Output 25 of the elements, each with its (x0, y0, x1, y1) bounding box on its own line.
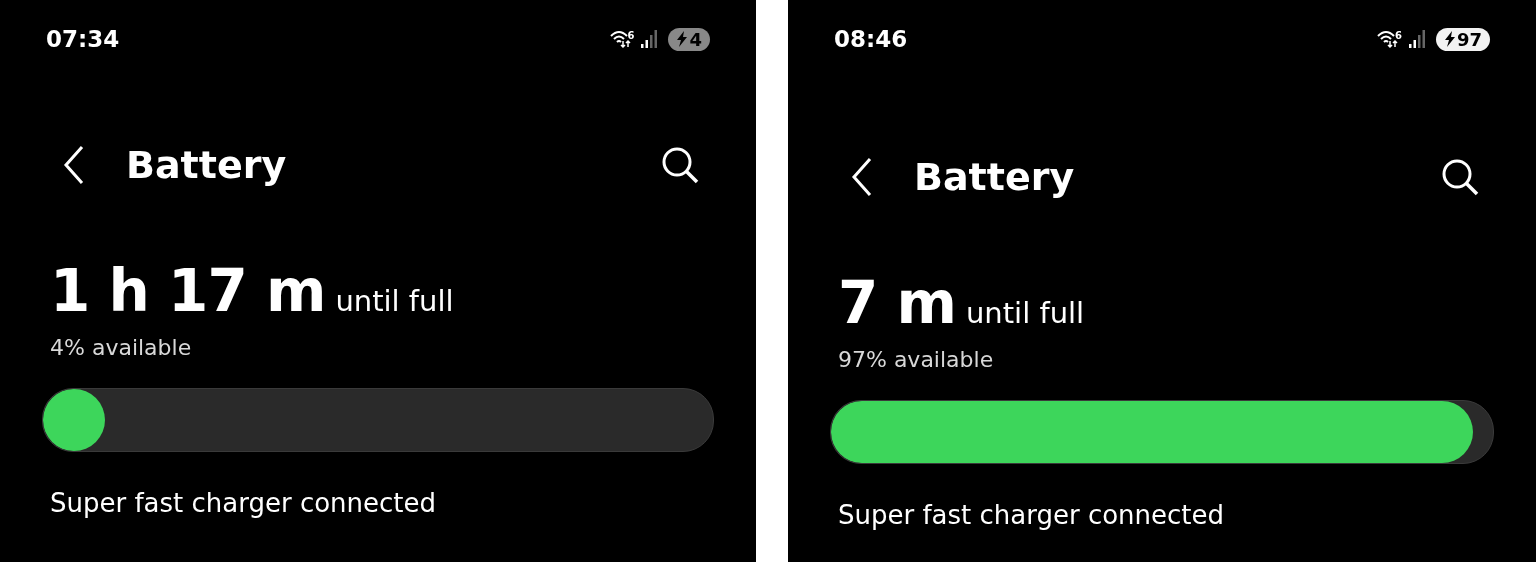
battery-percentage: 97% available (837, 347, 995, 372)
charger-status: Super fast charger connected (837, 500, 1226, 530)
clock-time: 07:34 (46, 26, 120, 52)
signal-icon (640, 29, 659, 49)
page-title: Battery (126, 143, 288, 187)
battery-badge: 97 (1435, 27, 1490, 51)
search-icon[interactable] (1440, 157, 1480, 197)
time-remaining-label: until full (335, 284, 454, 318)
page-title: Battery (914, 155, 1076, 199)
signal-icon (1407, 29, 1426, 49)
bolt-icon (1443, 31, 1456, 47)
search-icon[interactable] (660, 145, 700, 185)
time-remaining-label: until full (966, 296, 1085, 330)
back-icon[interactable] (62, 145, 86, 185)
back-icon[interactable] (850, 157, 874, 197)
battery-badge: 4 (668, 27, 710, 51)
wifi-icon (609, 29, 632, 49)
time-remaining: 7 m (838, 269, 956, 337)
clock-time: 08:46 (834, 26, 908, 52)
wifi-generation: 6 (627, 29, 635, 41)
battery-percentage: 4% available (49, 335, 193, 360)
time-remaining: 1 h 17 m (50, 257, 326, 325)
bolt-icon (676, 31, 689, 47)
charger-status: Super fast charger connected (49, 488, 438, 518)
wifi-generation: 6 (1394, 29, 1402, 41)
